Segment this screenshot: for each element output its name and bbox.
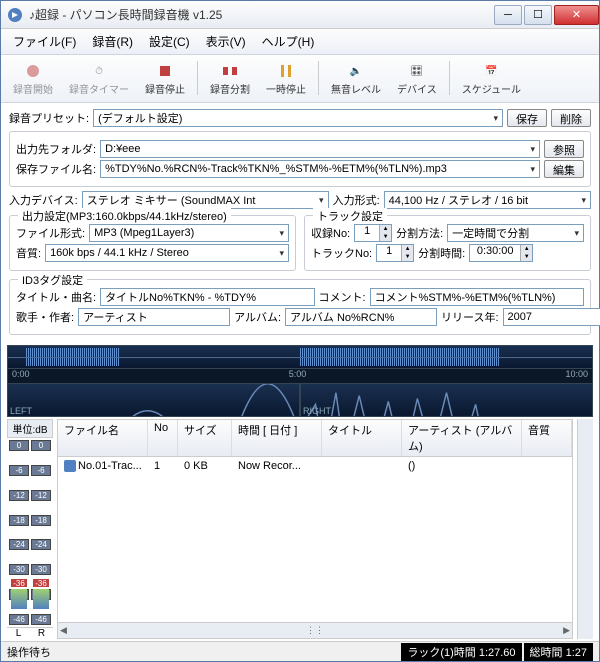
quality-label: 音質: — [16, 245, 41, 261]
preset-save-button[interactable]: 保存 — [507, 109, 547, 127]
right-label: RIGHT — [303, 406, 331, 416]
time-ruler: 0:00 5:00 10:00 — [7, 369, 593, 383]
list-row[interactable]: No.01-Trac... 1 0 KB Now Recor... () — [58, 457, 572, 475]
preset-select[interactable]: (デフォルト設定) — [93, 109, 503, 127]
id3-artist-input[interactable] — [78, 308, 230, 326]
id3-comment-label: コメント: — [319, 289, 366, 305]
preset-label: 録音プリセット: — [9, 110, 89, 126]
meter-header: 単位:dB — [7, 419, 53, 438]
col-filename[interactable]: ファイル名 — [58, 420, 148, 456]
close-button[interactable]: ✕ — [554, 5, 599, 25]
left-label: LEFT — [10, 406, 32, 416]
id3-album-input[interactable] — [285, 308, 437, 326]
filename-pattern-label: 保存ファイル名: — [16, 161, 96, 177]
record-split-button[interactable]: 録音分割 — [204, 59, 256, 98]
edit-button[interactable]: 編集 — [544, 160, 584, 178]
input-device-label: 入力デバイス: — [9, 192, 78, 208]
titlebar: ♪超録 - パソコン長時間録音機 v1.25 ─ ☐ ✕ — [1, 1, 599, 29]
col-date[interactable]: 時間 [ 日付 ] — [232, 420, 322, 456]
record-start-button[interactable]: 録音開始 — [7, 59, 59, 98]
menu-settings[interactable]: 設定(C) — [141, 31, 198, 52]
silence-level-button[interactable]: 🔈無音レベル — [325, 59, 387, 98]
quality-select[interactable]: 160k bps / 44.1 kHz / Stereo — [45, 244, 289, 262]
record-timer-button[interactable]: ⏱録音タイマー — [63, 59, 135, 98]
app-icon — [7, 7, 23, 23]
menu-file[interactable]: ファイル(F) — [5, 31, 84, 52]
recno-label: 収録No: — [311, 225, 350, 241]
output-folder-label: 出力先フォルダ: — [16, 141, 96, 157]
id3-title-input[interactable] — [100, 288, 314, 306]
left-channel-waveform[interactable]: LEFT — [7, 383, 300, 417]
recno-spinner[interactable]: 1▲▼ — [354, 224, 392, 242]
col-no[interactable]: No — [148, 420, 178, 456]
overview-waveform[interactable] — [7, 345, 593, 369]
output-settings-title: 出力設定(MP3:160.0kbps/44.1kHz/stereo) — [18, 208, 231, 224]
minimize-button[interactable]: ─ — [494, 5, 522, 25]
split-time-spinner[interactable]: 0:30:00▲▼ — [469, 244, 533, 262]
statusbar: 操作待ち ラック(1)時間 1:27.60 総時間 1:27 — [1, 641, 599, 661]
trackno-spinner[interactable]: 1▲▼ — [376, 244, 414, 262]
id3-artist-label: 歌手・作者: — [16, 309, 74, 325]
preset-delete-button[interactable]: 削除 — [551, 109, 591, 127]
input-format-label: 入力形式: — [333, 192, 380, 208]
record-stop-button[interactable]: 録音停止 — [139, 59, 191, 98]
col-title[interactable]: タイトル — [322, 420, 402, 456]
schedule-button[interactable]: 📅スケジュール — [456, 59, 527, 98]
output-folder-select[interactable]: D:¥eee — [100, 140, 540, 158]
status-track-time: ラック(1)時間 1:27.60 — [401, 643, 521, 661]
menubar: ファイル(F) 録音(R) 設定(C) 表示(V) ヘルプ(H) — [1, 29, 599, 55]
id3-album-label: アルバム: — [234, 309, 281, 325]
level-meters: 単位:dB 0 -6 -12 -18 -24 -30 -36 -46 -36 — [7, 419, 53, 639]
waveform-area: 0:00 5:00 10:00 LEFT RIGHT — [7, 345, 593, 417]
input-format-select[interactable]: 44,100 Hz / ステレオ / 16 bit — [384, 191, 591, 209]
horizontal-scrollbar[interactable]: ◀⋮⋮▶ — [58, 622, 572, 638]
trackno-label: トラックNo: — [311, 245, 372, 261]
file-icon — [64, 460, 76, 472]
col-quality[interactable]: 音質 — [522, 420, 572, 456]
col-size[interactable]: サイズ — [178, 420, 232, 456]
toolbar: 録音開始 ⏱録音タイマー 録音停止 録音分割 一時停止 🔈無音レベル 🎛デバイス… — [1, 55, 599, 103]
id3-title: ID3タグ設定 — [18, 272, 87, 288]
track-settings-title: トラック設定 — [313, 208, 387, 224]
col-artist[interactable]: アーティスト (アルバム) — [402, 420, 522, 456]
file-format-select[interactable]: MP3 (Mpeg1Layer3) — [89, 224, 289, 242]
id3-year-label: リリース年: — [441, 309, 499, 325]
id3-year-input[interactable] — [503, 308, 600, 326]
status-total-time: 総時間 1:27 — [524, 643, 593, 661]
split-method-select[interactable]: 一定時間で分割 — [447, 224, 584, 242]
filename-pattern-select[interactable]: %TDY%No.%RCN%-Track%TKN%_%STM%-%ETM%(%TL… — [100, 160, 540, 178]
maximize-button[interactable]: ☐ — [524, 5, 552, 25]
menu-record[interactable]: 録音(R) — [84, 31, 141, 52]
menu-view[interactable]: 表示(V) — [198, 31, 254, 52]
window-title: ♪超録 - パソコン長時間録音機 v1.25 — [29, 6, 492, 23]
device-button[interactable]: 🎛デバイス — [391, 59, 443, 98]
file-list: ファイル名 No サイズ 時間 [ 日付 ] タイトル アーティスト (アルバム… — [57, 419, 573, 639]
input-device-select[interactable]: ステレオ ミキサー (SoundMAX Int — [82, 191, 329, 209]
meter-l-label: L — [7, 628, 30, 639]
id3-group: ID3タグ設定 タイトル・曲名: コメント: 歌手・作者: アルバム: リリース… — [9, 279, 591, 335]
meter-r-label: R — [30, 628, 53, 639]
vertical-scrollbar[interactable] — [577, 419, 593, 639]
pause-button[interactable]: 一時停止 — [260, 59, 312, 98]
status-text: 操作待ち — [7, 644, 399, 660]
menu-help[interactable]: ヘルプ(H) — [254, 31, 323, 52]
split-method-label: 分割方法: — [396, 225, 443, 241]
track-settings-group: トラック設定 収録No: 1▲▼ 分割方法: 一定時間で分割 トラックNo: 1… — [304, 215, 591, 271]
list-header: ファイル名 No サイズ 時間 [ 日付 ] タイトル アーティスト (アルバム… — [58, 420, 572, 457]
id3-comment-input[interactable] — [370, 288, 584, 306]
meter-left: 0 -6 -12 -18 -24 -30 -36 -46 -36 — [9, 440, 29, 625]
output-settings-group: 出力設定(MP3:160.0kbps/44.1kHz/stereo) ファイル形… — [9, 215, 296, 271]
id3-title-label: タイトル・曲名: — [16, 289, 96, 305]
file-format-label: ファイル形式: — [16, 225, 85, 241]
right-channel-waveform[interactable]: RIGHT — [300, 383, 593, 417]
meter-right: 0 -6 -12 -18 -24 -30 -36 -46 -36 — [31, 440, 51, 625]
output-group: 出力先フォルダ: D:¥eee 参照 保存ファイル名: %TDY%No.%RCN… — [9, 131, 591, 187]
browse-button[interactable]: 参照 — [544, 140, 584, 158]
split-time-label: 分割時間: — [418, 245, 465, 261]
